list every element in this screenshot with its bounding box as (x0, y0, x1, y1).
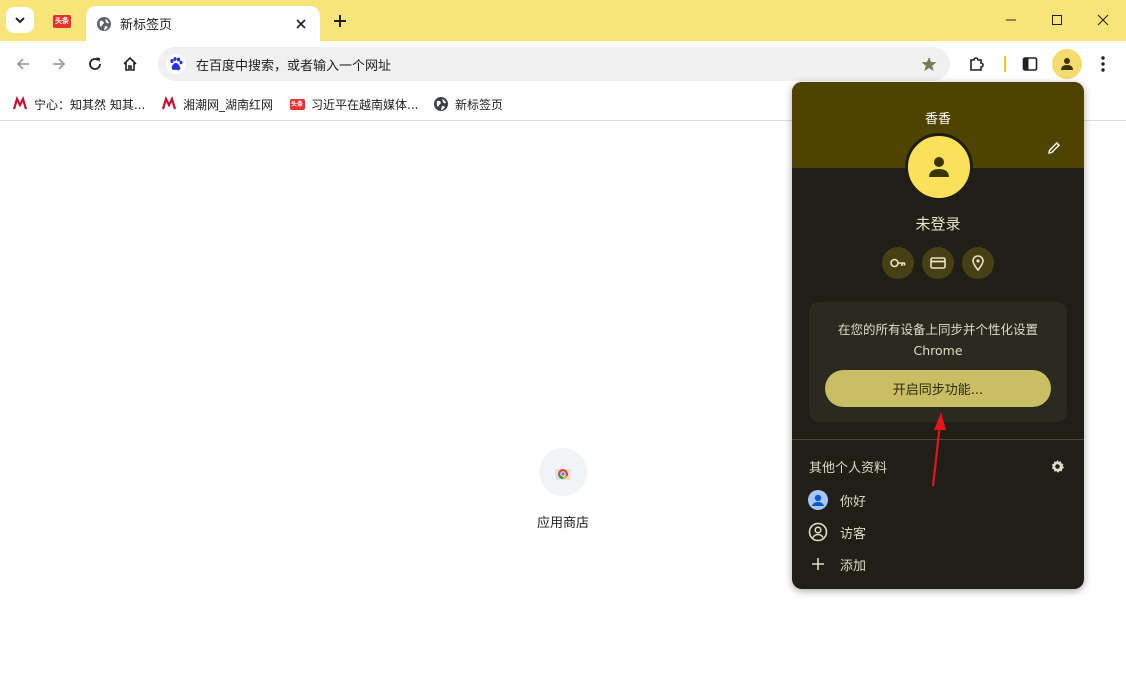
close-icon (296, 18, 306, 29)
sync-promo-text: 在您的所有设备上同步并个性化设置 Chrome (837, 322, 1038, 358)
tab-strip: 头条 新标签页 (0, 0, 1126, 41)
globe-icon (97, 16, 111, 31)
arrow-left-icon (16, 58, 29, 70)
key-icon (890, 258, 906, 268)
toolbar: 在百度中搜索，或者输入一个网址 (0, 41, 1126, 87)
more-vertical-icon (1101, 56, 1105, 72)
minimize-icon (1006, 19, 1016, 21)
shortcut-icon-circle (539, 448, 587, 496)
location-pin-icon (972, 255, 984, 272)
person-icon (1061, 58, 1073, 70)
tab-new-tab[interactable]: 新标签页 (86, 6, 320, 41)
bookmark-item[interactable]: 头条 习近平在越南媒体... (289, 93, 418, 115)
profile-menu: 香香 未登录 在您的所有设备上同步并个性化设置 Chrome 开启同步功能...… (792, 82, 1084, 589)
profile-item-label: 你好 (840, 494, 867, 510)
chevron-down-icon (15, 17, 25, 24)
side-panel-icon (1022, 57, 1038, 71)
profile-avatar (905, 133, 973, 201)
minimize-button[interactable] (988, 0, 1034, 40)
credit-card-icon (930, 257, 946, 269)
home-icon (123, 56, 137, 71)
close-window-button[interactable] (1080, 0, 1126, 40)
sign-in-status: 未登录 (915, 215, 961, 233)
bookmark-label: 宁心：知其然 知其... (34, 97, 146, 112)
edit-profile-button[interactable] (1044, 138, 1064, 158)
pinned-tab-toutiao[interactable]: 头条 (44, 8, 80, 34)
address-bar[interactable]: 在百度中搜索，或者输入一个网址 (158, 47, 950, 81)
shortcut-web-store[interactable]: 应用商店 (530, 448, 596, 531)
bookmark-favicon-icon (161, 96, 177, 112)
plus-icon (808, 554, 828, 574)
plus-icon (334, 15, 346, 27)
maximize-button[interactable] (1034, 0, 1080, 40)
pencil-icon (1048, 142, 1060, 154)
star-icon (921, 57, 937, 71)
new-tab-button[interactable] (328, 9, 352, 33)
reload-button[interactable] (80, 49, 110, 79)
home-button[interactable] (115, 49, 145, 79)
bookmark-star-button[interactable] (914, 49, 944, 79)
profile-name: 香香 (924, 112, 951, 127)
reload-icon (89, 57, 101, 70)
bookmark-label: 湘潮网_湖南红网 (183, 97, 274, 112)
turn-on-sync-button[interactable]: 开启同步功能... (825, 370, 1051, 407)
profile-item-label: 添加 (840, 558, 867, 574)
bookmark-label: 习近平在越南媒体... (311, 97, 419, 112)
chrome-menu-button[interactable] (1090, 50, 1116, 78)
bookmark-label: 新标签页 (455, 97, 504, 112)
arrow-right-icon (53, 58, 66, 70)
bookmark-item[interactable]: 宁心：知其然 知其... (12, 93, 145, 115)
guest-icon (808, 522, 828, 542)
person-icon (929, 157, 949, 177)
add-profile-button[interactable]: 添加 (808, 552, 866, 576)
other-profiles-title: 其他个人资料 (809, 461, 888, 476)
puzzle-icon (970, 57, 984, 71)
extensions-button[interactable] (963, 50, 991, 78)
payment-methods-button[interactable] (922, 247, 954, 279)
bookmark-item[interactable]: 湘潮网_湖南红网 (161, 93, 273, 115)
tab-search-button[interactable] (6, 7, 34, 33)
address-bar-placeholder: 在百度中搜索，或者输入一个网址 (196, 58, 392, 74)
baidu-icon (166, 54, 186, 74)
tab-close-button[interactable] (292, 15, 310, 33)
bookmark-item[interactable]: 新标签页 (433, 93, 503, 115)
chrome-web-store-icon (555, 469, 571, 480)
passwords-button[interactable] (882, 247, 914, 279)
annotation-arrow (931, 412, 946, 487)
side-panel-button[interactable] (1016, 50, 1044, 78)
toutiao-logo-icon: 头条 (53, 14, 71, 28)
profile-button[interactable] (1052, 49, 1082, 79)
profile-item-guest[interactable]: 访客 (808, 520, 866, 544)
back-button[interactable] (8, 49, 38, 79)
account-circle-icon (808, 490, 828, 510)
addresses-button[interactable] (962, 247, 994, 279)
close-icon (1097, 14, 1109, 26)
profile-item-label: 访客 (840, 526, 867, 542)
globe-icon (433, 96, 449, 112)
bookmark-favicon-icon (12, 96, 28, 112)
profile-item[interactable]: 你好 (808, 488, 866, 512)
tab-title: 新标签页 (120, 18, 173, 33)
manage-profiles-button[interactable] (1048, 457, 1066, 475)
toutiao-favicon-icon: 头条 (289, 98, 305, 110)
forward-button[interactable] (44, 49, 74, 79)
gear-icon (1051, 459, 1064, 473)
maximize-icon (1052, 15, 1062, 25)
shortcut-label: 应用商店 (536, 516, 589, 531)
toolbar-divider (1004, 56, 1006, 72)
